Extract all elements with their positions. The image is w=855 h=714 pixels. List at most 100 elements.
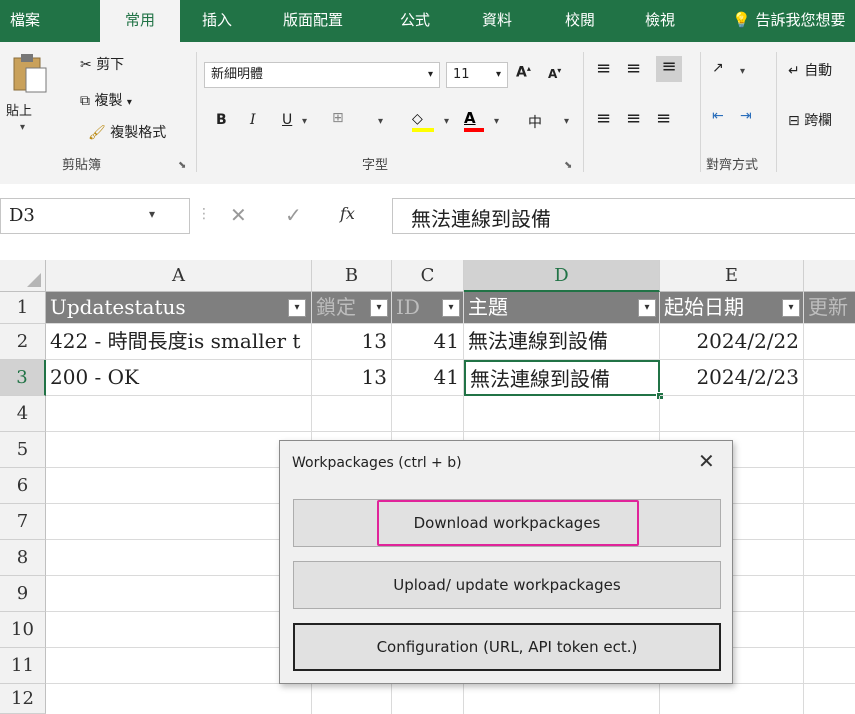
row-header[interactable]: 5: [0, 432, 46, 468]
row-header[interactable]: 4: [0, 396, 46, 432]
filter-dropdown-icon[interactable]: ▾: [288, 299, 306, 317]
tab-insert[interactable]: 插入: [202, 0, 232, 42]
tab-formulas[interactable]: 公式: [400, 0, 430, 42]
table-cell[interactable]: 無法連線到設備: [464, 324, 660, 360]
table-cell[interactable]: 422 - 時間長度is smaller t: [46, 324, 312, 360]
tab-view[interactable]: 檢視: [645, 0, 675, 42]
active-cell[interactable]: 無法連線到設備: [464, 360, 660, 396]
tab-review[interactable]: 校閱: [565, 0, 595, 42]
wrap-text-icon: ↵: [788, 63, 800, 79]
italic-button[interactable]: I: [250, 112, 256, 128]
table-cell[interactable]: 2024/2/23: [660, 360, 804, 396]
dialog-title: Workpackages (ctrl + b): [292, 455, 462, 471]
table-cell[interactable]: 2024/2/22: [660, 324, 804, 360]
chevron-down-icon[interactable]: ▾: [740, 66, 745, 77]
align-top-icon[interactable]: ≡: [596, 58, 611, 79]
increase-indent-icon[interactable]: ⇥: [740, 108, 752, 124]
function-icon: fx: [340, 204, 355, 223]
table-header-cell[interactable]: Updatestatus ▾: [46, 292, 312, 324]
insert-function-button[interactable]: fx: [340, 204, 355, 223]
table-header-cell[interactable]: 鎖定 ▾: [312, 292, 392, 324]
row-header[interactable]: 3: [0, 360, 46, 396]
filter-dropdown-icon[interactable]: ▾: [782, 299, 800, 317]
filter-dropdown-icon[interactable]: ▾: [370, 299, 388, 317]
copy-button[interactable]: ⧉ 複製 ▾: [80, 90, 132, 110]
underline-button[interactable]: U: [282, 112, 292, 128]
dialog-launcher-icon[interactable]: ⬊: [178, 160, 186, 171]
tab-home[interactable]: 常用: [100, 0, 180, 44]
phonetic-guide-button[interactable]: 中: [528, 112, 542, 132]
tab-page-layout[interactable]: 版面配置: [283, 0, 343, 42]
column-header-c[interactable]: C: [392, 260, 464, 292]
dialog-launcher-icon[interactable]: ⬊: [564, 160, 572, 171]
tell-me-search[interactable]: 💡 告訴我您想要: [732, 0, 845, 42]
align-center-icon[interactable]: ≡: [626, 108, 641, 129]
row-header[interactable]: 10: [0, 612, 46, 648]
table-header-cell[interactable]: ID ▾: [392, 292, 464, 324]
column-header-f[interactable]: [804, 260, 855, 292]
phonetic-label: 中: [528, 115, 542, 131]
font-name-select[interactable]: 新細明體 ▾: [204, 62, 440, 88]
tell-me-label: 告訴我您想要: [755, 11, 846, 29]
bold-button[interactable]: B: [216, 112, 227, 128]
row-header[interactable]: 8: [0, 540, 46, 576]
row-header[interactable]: 6: [0, 468, 46, 504]
name-box[interactable]: D3 ▾: [0, 198, 190, 234]
cancel-icon[interactable]: ✕: [230, 203, 247, 227]
table-cell[interactable]: 41: [392, 324, 464, 360]
table-cell[interactable]: [804, 360, 855, 396]
chevron-down-icon[interactable]: ▾: [564, 116, 569, 127]
fill-color-button[interactable]: ◇: [412, 108, 440, 136]
upload-workpackages-button[interactable]: Upload/ update workpackages: [293, 561, 721, 609]
table-cell[interactable]: 13: [312, 324, 392, 360]
column-header-a[interactable]: A: [46, 260, 312, 292]
configuration-button[interactable]: Configuration (URL, API token ect.): [293, 623, 721, 671]
chevron-down-icon[interactable]: ▾: [378, 116, 383, 127]
align-left-icon[interactable]: ≡: [596, 108, 611, 129]
formula-input[interactable]: 無法連線到設備: [392, 198, 855, 234]
merge-center-button[interactable]: ⊟ 跨欄: [788, 110, 832, 130]
font-color-button[interactable]: A: [464, 108, 490, 136]
column-header-b[interactable]: B: [312, 260, 392, 292]
table-header-cell[interactable]: 主題 ▾: [464, 292, 660, 324]
cut-button[interactable]: ✂ 剪下: [80, 54, 124, 74]
table-header-cell[interactable]: 更新: [804, 292, 855, 324]
chevron-down-icon[interactable]: ▾: [444, 116, 449, 127]
tab-file[interactable]: 檔案: [10, 0, 40, 42]
row-header[interactable]: 7: [0, 504, 46, 540]
decrease-indent-icon[interactable]: ⇤: [712, 108, 724, 124]
row-header[interactable]: 12: [0, 684, 46, 714]
row-header[interactable]: 2: [0, 324, 46, 360]
copy-icon: ⧉: [80, 93, 90, 109]
orientation-icon[interactable]: ↗: [712, 60, 724, 76]
row-header[interactable]: 1: [0, 292, 46, 324]
grow-font-button[interactable]: A▴: [516, 64, 531, 81]
select-all-corner[interactable]: [0, 260, 46, 292]
wrap-text-button[interactable]: ↵ 自動: [788, 60, 832, 80]
chevron-down-icon[interactable]: ▾: [494, 116, 499, 127]
table-cell[interactable]: 200 - OK: [46, 360, 312, 396]
column-header-d[interactable]: D: [464, 260, 660, 292]
shrink-font-button[interactable]: A▾: [548, 66, 561, 81]
close-icon[interactable]: ✕: [698, 449, 715, 473]
table-header-cell[interactable]: 起始日期 ▾: [660, 292, 804, 324]
column-header-e[interactable]: E: [660, 260, 804, 292]
borders-icon[interactable]: ⊞: [332, 110, 344, 126]
enter-icon[interactable]: ✓: [285, 203, 302, 227]
filter-dropdown-icon[interactable]: ▾: [442, 299, 460, 317]
align-middle-icon[interactable]: ≡: [626, 58, 641, 79]
table-cell[interactable]: 41: [392, 360, 464, 396]
table-cell[interactable]: 13: [312, 360, 392, 396]
font-size-select[interactable]: 11 ▾: [446, 62, 508, 88]
align-bottom-icon[interactable]: ≡: [656, 56, 682, 82]
align-right-icon[interactable]: ≡: [656, 108, 671, 129]
tab-data[interactable]: 資料: [482, 0, 512, 42]
row-header[interactable]: 9: [0, 576, 46, 612]
filter-dropdown-icon[interactable]: ▾: [638, 299, 656, 317]
format-painter-button[interactable]: 🖌 複製格式: [88, 122, 166, 142]
scissors-icon: ✂: [80, 57, 92, 73]
chevron-down-icon[interactable]: ▾: [302, 116, 307, 127]
table-cell[interactable]: [804, 324, 855, 360]
row-header[interactable]: 11: [0, 648, 46, 684]
paste-button[interactable]: 貼上 ▾: [6, 52, 52, 142]
